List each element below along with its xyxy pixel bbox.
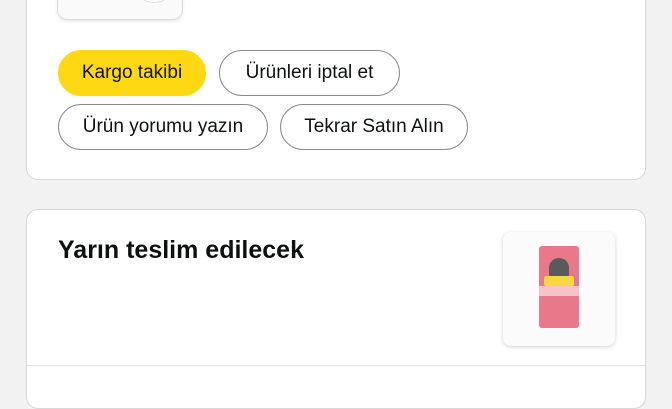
product-thumbnail[interactable] <box>503 232 615 346</box>
order-card: Kargo takibi Ürünleri iptal et Ürün yoru… <box>26 0 646 180</box>
write-review-button[interactable]: Ürün yorumu yazın <box>58 104 268 150</box>
buy-again-button[interactable]: Tekrar Satın Alın <box>280 104 468 150</box>
product-thumbnail[interactable] <box>57 0 183 20</box>
product-image-part <box>132 0 176 3</box>
delivery-status-heading: Yarın teslim edilecek <box>58 236 304 264</box>
divider <box>27 365 645 366</box>
cancel-items-button[interactable]: Ürünleri iptal et <box>219 50 400 96</box>
track-package-button[interactable]: Kargo takibi <box>58 50 206 96</box>
product-image <box>539 246 579 328</box>
bag-stripe <box>539 286 579 296</box>
order-card: Yarın teslim edilecek <box>26 209 646 409</box>
brand-logo <box>544 276 574 286</box>
